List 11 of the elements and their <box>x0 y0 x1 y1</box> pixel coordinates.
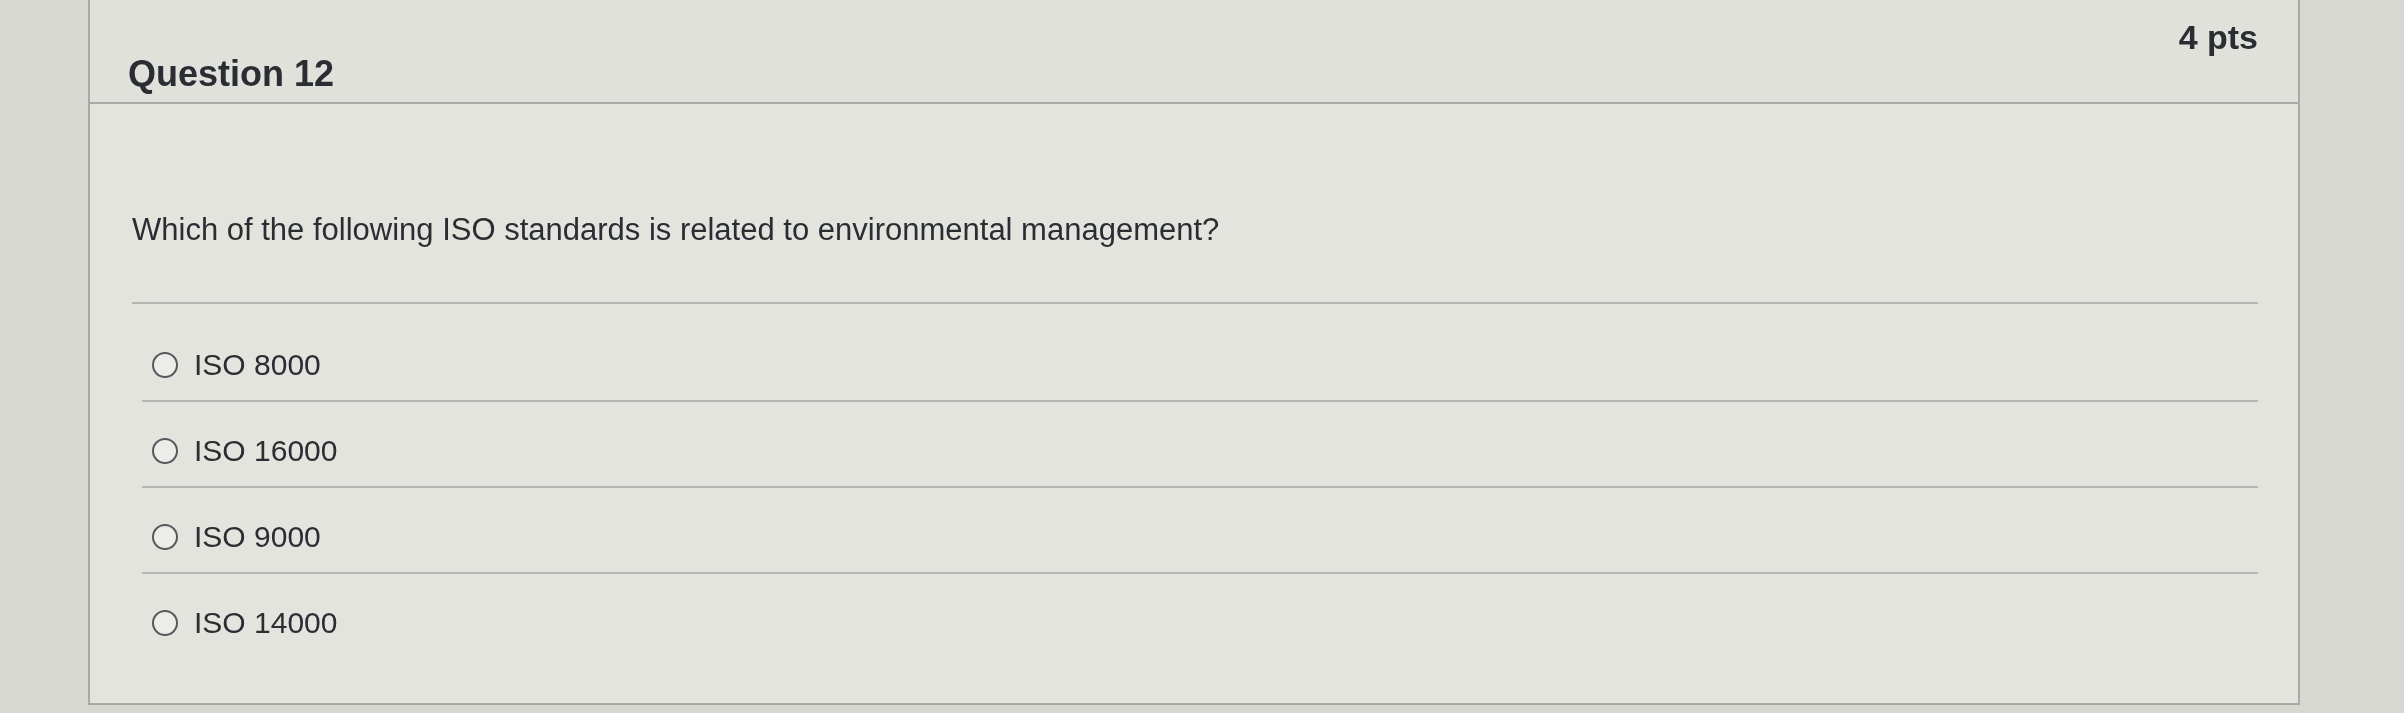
option-label[interactable]: ISO 16000 <box>194 432 338 470</box>
points-label: 4 pts <box>2178 17 2258 58</box>
option-label[interactable]: ISO 9000 <box>194 518 321 556</box>
radio-button[interactable] <box>152 438 178 464</box>
question-text: Which of the following ISO standards is related to environmental management? <box>132 211 1220 249</box>
option-label[interactable]: ISO 8000 <box>194 346 321 384</box>
option-label[interactable]: ISO 14000 <box>194 604 338 642</box>
radio-button[interactable] <box>152 610 178 636</box>
radio-button[interactable] <box>152 352 178 378</box>
radio-button[interactable] <box>152 524 178 550</box>
question-title: Question 12 <box>128 52 335 96</box>
